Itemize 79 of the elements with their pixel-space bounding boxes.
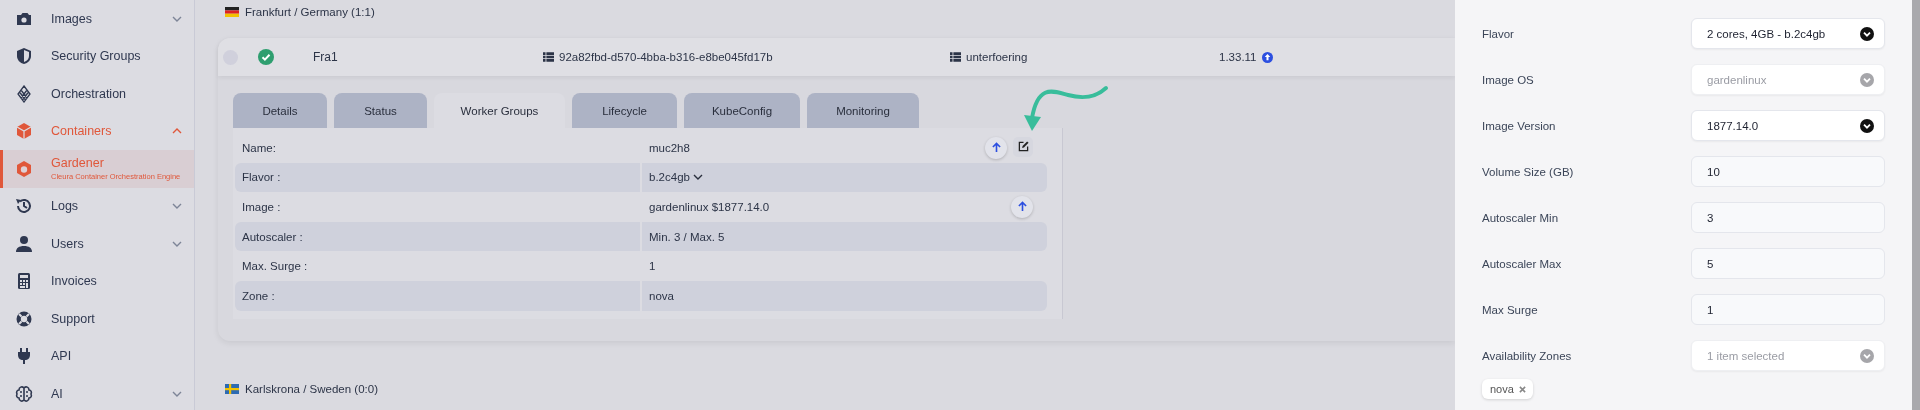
tab[interactable]: Lifecycle (572, 93, 677, 128)
table-cell: Flavor : (235, 162, 642, 193)
chevron-icon (172, 128, 182, 135)
table-cell: gardenlinux $1877.14.0 (649, 201, 770, 213)
select-field[interactable]: 1877.14.0 (1691, 110, 1885, 141)
hexagon-icon (15, 159, 33, 178)
input-field[interactable]: 1 (1691, 294, 1885, 325)
field-label: Flavor (1482, 27, 1515, 40)
flavor-dropdown[interactable]: b.2c4gb (649, 171, 703, 184)
cluster-header[interactable]: Fra1 92a82fbd-d570-4bba-b316-e8be045fd17b unterfoering 1.33.11 (218, 38, 1455, 76)
calculator-icon (15, 272, 33, 291)
sidebar-item[interactable]: Support (0, 300, 194, 338)
scrollbar[interactable] (1912, 0, 1920, 410)
chevron-circle-icon (1860, 118, 1874, 133)
chevron-icon (172, 203, 182, 210)
close-icon (1518, 385, 1526, 393)
lattice-icon (15, 84, 33, 103)
list-icon (543, 52, 554, 62)
chevron-icon (172, 240, 182, 247)
chip-label: nova (1490, 383, 1514, 395)
table-cell: 1 (649, 260, 656, 273)
table-cell: nova (649, 289, 674, 302)
table-cell: Autoscaler : (235, 221, 642, 252)
sidebar-item[interactable]: API (0, 337, 194, 375)
history-icon (15, 197, 33, 216)
table-cell: muc2h8 (649, 141, 690, 154)
chevron-icon (692, 174, 703, 181)
plug-icon (15, 347, 33, 366)
sidebar-item[interactable]: Orchestration (0, 75, 194, 113)
project-name: unterfoering (966, 51, 1028, 63)
sidebar-item[interactable]: Logs (0, 187, 194, 225)
sidebar-item[interactable]: Users (0, 225, 194, 263)
field-label: Availability Zones (1482, 349, 1573, 362)
field-label: Max Surge (1482, 303, 1539, 316)
brain-icon (15, 384, 33, 403)
remove-button[interactable] (1518, 385, 1526, 393)
sidebar-item[interactable]: Invoices (0, 262, 194, 300)
arrow-up-icon (1017, 201, 1027, 213)
chevron-circle-icon (1860, 26, 1874, 41)
sidebar-item[interactable]: Security Groups (0, 37, 194, 75)
input-field[interactable]: 3 (1691, 202, 1885, 233)
list-icon (950, 52, 961, 62)
region-title: Frankfurt / Germany (1:1) (245, 6, 375, 18)
chevron-icon (172, 390, 182, 397)
lifebuoy-icon (15, 309, 33, 328)
sidebar-item[interactable]: AI (0, 375, 194, 410)
sidebar-item[interactable]: Images (0, 0, 194, 38)
select-field[interactable]: 2 cores, 4GB - b.2c4gb (1691, 18, 1885, 49)
tab[interactable]: KubeConfig (684, 93, 800, 128)
table-cell: Min. 3 / Max. 5 (649, 230, 725, 243)
field-label: Image Version (1482, 119, 1557, 132)
field-label: Autoscaler Max (1482, 257, 1563, 270)
input-field[interactable]: 5 (1691, 248, 1885, 279)
table-cell: Zone : (235, 280, 642, 311)
cube-icon (15, 122, 33, 141)
region-title: Karlskrona / Sweden (0:0) (245, 382, 378, 395)
kubernetes-version: 1.33.11 (1219, 51, 1257, 63)
cluster-name: Fra1 (313, 50, 339, 64)
german-flag-icon (225, 7, 239, 17)
tab[interactable]: Status (334, 93, 427, 128)
person-icon (15, 234, 33, 253)
field-label: Image OS (1482, 73, 1535, 86)
chevron-circle-icon (1860, 348, 1874, 363)
cluster-id: 92a82fbd-d570-4bba-b316-e8be045fd17b (559, 51, 773, 63)
tab[interactable]: Worker Groups (434, 93, 565, 128)
tab[interactable]: Details (233, 93, 327, 128)
tab[interactable]: Monitoring (807, 93, 919, 128)
upgrade-button[interactable] (985, 136, 1007, 159)
field-label: Volume Size (GB) (1482, 165, 1575, 178)
edit-button[interactable] (1013, 136, 1033, 157)
shield-icon (15, 47, 33, 66)
input-field[interactable]: 10 (1691, 156, 1885, 187)
swedish-flag-icon (225, 383, 239, 394)
edit-icon (1017, 141, 1029, 153)
field-label: Autoscaler Min (1482, 211, 1560, 224)
arrow-up-icon (991, 142, 1001, 154)
chevron-icon (172, 15, 182, 22)
chevron-circle-icon (1860, 72, 1874, 87)
upgrade-button[interactable] (1011, 196, 1033, 218)
